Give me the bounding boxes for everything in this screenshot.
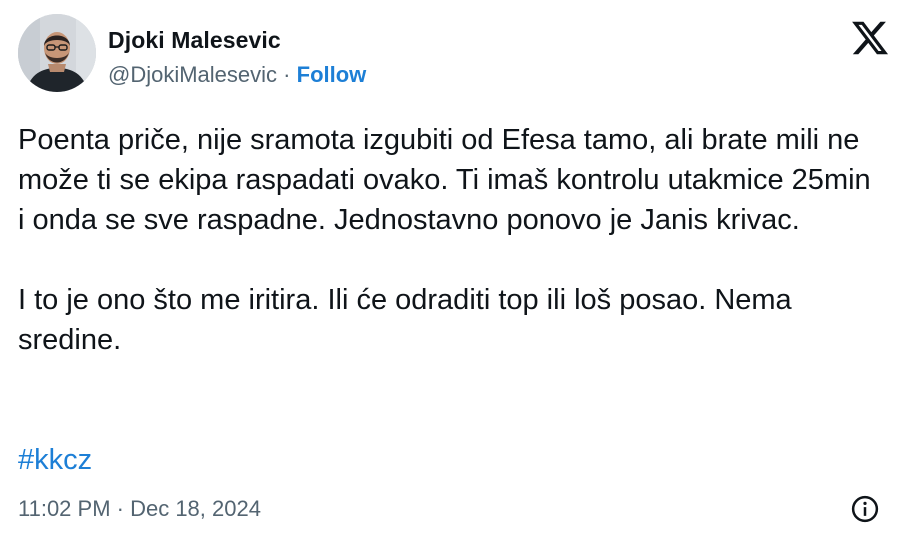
tweet-text: Poenta priče, nije sramota izgubiti od E… (18, 120, 878, 360)
info-icon[interactable] (850, 494, 880, 524)
author-identity: Djoki Malesevic @DjokiMalesevic · Follow (108, 14, 366, 88)
hashtag-link[interactable]: #kkcz (18, 440, 92, 480)
x-logo-icon[interactable] (850, 18, 890, 58)
author-display-name[interactable]: Djoki Malesevic (108, 26, 366, 54)
tweet-header: Djoki Malesevic @DjokiMalesevic · Follow (18, 14, 882, 98)
tweet-timestamp[interactable]: 11:02 PM · Dec 18, 2024 (18, 494, 261, 524)
author-handle-row: @DjokiMalesevic · Follow (108, 62, 366, 88)
avatar-image (18, 14, 96, 92)
follow-button[interactable]: Follow (297, 62, 367, 87)
separator-dot: · (283, 62, 291, 87)
avatar[interactable] (18, 14, 96, 92)
tweet-paragraph: I to je ono što me iritira. Ili će odrad… (18, 284, 792, 356)
tweet-paragraph: Poenta priče, nije sramota izgubiti od E… (18, 124, 871, 236)
author-handle[interactable]: @DjokiMalesevic (108, 62, 277, 87)
tweet-card: Djoki Malesevic @DjokiMalesevic · Follow… (0, 0, 900, 535)
